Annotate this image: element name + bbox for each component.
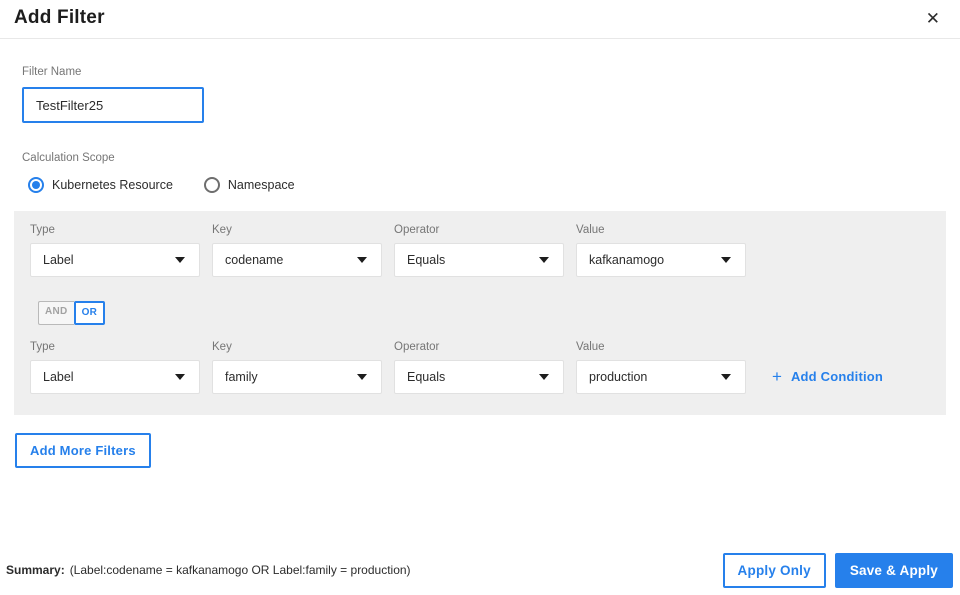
add-condition-label: Add Condition [790,369,884,384]
chevron-down-icon [357,374,367,380]
condition-type-column: Type Label [30,341,200,394]
footer-buttons: Apply Only Save & Apply [722,553,953,588]
chevron-down-icon [539,257,549,263]
chevron-down-icon [721,374,731,380]
condition-operator-column: Operator Equals [394,224,564,277]
radio-namespace[interactable]: Namespace [198,177,295,193]
value-label: Value [576,224,605,236]
plus-icon: + [772,367,782,386]
key-label: Key [212,224,232,236]
type-label: Type [30,341,55,353]
calculation-scope-label: Calculation Scope [22,152,115,164]
type-dropdown-value: Label [43,370,74,384]
condition-row-2: Type Label Key family Operator Equals Va… [30,341,930,394]
summary: Summary: (Label:codename = kafkanamogo OR… [6,563,411,579]
summary-text: (Label:codename = kafkanamogo OR Label:f… [69,562,411,577]
chevron-down-icon [539,374,549,380]
condition-key-column: Key family [212,341,382,394]
apply-only-button[interactable]: Apply Only [722,553,826,588]
type-dropdown[interactable]: Label [30,360,200,394]
filter-name-label: Filter Name [22,66,82,78]
radio-selected-icon[interactable] [28,177,44,193]
type-label: Type [30,224,55,236]
filter-name-input[interactable] [22,87,204,123]
value-dropdown[interactable]: kafkanamogo [576,243,746,277]
condition-row-1: Type Label Key codename Operator Equals … [30,224,930,277]
condition-key-column: Key codename [212,224,382,277]
key-dropdown[interactable]: codename [212,243,382,277]
dialog-footer: Summary: (Label:codename = kafkanamogo OR… [6,553,953,588]
key-dropdown-value: codename [225,253,284,267]
operator-dropdown-value: Equals [407,253,446,267]
save-and-apply-button[interactable]: Save & Apply [834,553,953,588]
radio-kubernetes-resource[interactable]: Kubernetes Resource [22,177,173,193]
type-dropdown-value: Label [43,253,74,267]
chevron-down-icon [175,257,185,263]
operator-label: Operator [394,224,440,236]
key-dropdown-value: family [225,370,258,384]
conditions-panel: Type Label Key codename Operator Equals … [14,211,946,415]
chevron-down-icon [175,374,185,380]
operator-dropdown[interactable]: Equals [394,243,564,277]
radio-label: Kubernetes Resource [52,178,173,192]
filter-name-section: Filter Name [22,66,960,123]
add-more-filters-button[interactable]: Add More Filters [15,433,151,468]
or-toggle-button[interactable]: OR [73,301,106,325]
condition-value-column: Value production [576,341,746,394]
add-condition-link[interactable]: + Add Condition [772,368,883,385]
operator-label: Operator [394,341,440,353]
key-dropdown[interactable]: family [212,360,382,394]
value-dropdown[interactable]: production [576,360,746,394]
condition-type-column: Type Label [30,224,200,277]
chevron-down-icon [357,257,367,263]
logic-operator-toggle: AND OR [38,301,106,325]
key-label: Key [212,341,232,353]
operator-dropdown-value: Equals [407,370,446,384]
type-dropdown[interactable]: Label [30,243,200,277]
dialog-header: Add Filter ✕ [0,0,960,39]
condition-operator-column: Operator Equals [394,341,564,394]
operator-dropdown[interactable]: Equals [394,360,564,394]
calculation-scope-options: Kubernetes Resource Namespace [22,177,960,193]
close-icon[interactable]: ✕ [922,8,944,29]
value-label: Value [576,341,605,353]
condition-value-column: Value kafkanamogo [576,224,746,277]
page-title: Add Filter [14,7,105,28]
chevron-down-icon [721,257,731,263]
value-dropdown-value: kafkanamogo [589,253,665,267]
summary-label: Summary: [6,562,65,577]
radio-label: Namespace [227,178,295,192]
and-toggle-button[interactable]: AND [38,301,74,325]
calculation-scope-section: Calculation Scope Kubernetes Resource Na… [22,152,960,193]
radio-unselected-icon[interactable] [203,177,220,193]
value-dropdown-value: production [589,370,648,384]
